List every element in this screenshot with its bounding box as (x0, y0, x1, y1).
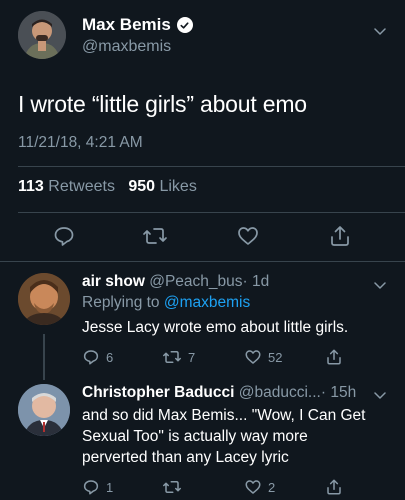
like-icon (245, 480, 261, 494)
reply-author-handle[interactable]: @baducci... (239, 384, 321, 401)
reply-text: and so did Max Bemis... "Wow, I Can Get … (82, 405, 387, 468)
like-icon (238, 227, 258, 245)
share-button[interactable] (328, 224, 352, 248)
reply-header: air show @Peach_bus· 1d (82, 273, 269, 291)
tweet-text: I wrote “little girls” about emo (18, 91, 307, 117)
reply-icon (83, 350, 99, 365)
share-icon (327, 349, 341, 365)
replying-to-handle[interactable]: @maxbemis (164, 294, 250, 311)
reply-text-line: Sexual Too" is actually way more (82, 428, 308, 445)
avatar-christopher-baducci[interactable] (18, 384, 70, 436)
retweet-count: 7 (188, 349, 196, 365)
replying-to-prefix: Replying to (82, 294, 160, 311)
share-icon (327, 479, 341, 495)
replying-to: Replying to @maxbemis (82, 294, 250, 312)
like-count: 52 (268, 349, 283, 365)
reply-text-line: and so did Max Bemis... "Wow, I Can Get (82, 407, 366, 424)
tweet-timestamp[interactable]: 11/21/18, 4:21 AM (18, 134, 143, 152)
tweet-stats: 113 Retweets 950 Likes (18, 178, 197, 196)
likes-count: 950 (128, 178, 156, 195)
retweets-stat[interactable]: 113 Retweets (18, 178, 115, 195)
avatar-air-show[interactable] (18, 273, 70, 325)
divider (18, 166, 405, 167)
reply-icon (54, 227, 74, 246)
retweets-label: Retweets (48, 178, 115, 195)
reply-header: Christopher Baducci @baducci...· 15h (82, 384, 356, 402)
like-button[interactable]: 52 (244, 348, 282, 366)
like-count: 2 (268, 479, 276, 495)
main-tweet: Max Bemis @maxbemis I wrote “little girl… (0, 0, 405, 262)
chevron-down-icon[interactable] (373, 278, 387, 292)
author-name-text[interactable]: Max Bemis (82, 15, 171, 35)
share-button[interactable] (325, 348, 343, 366)
reply-time[interactable]: · 15h (321, 384, 356, 401)
reply-count: 1 (106, 479, 114, 495)
chevron-down-icon[interactable] (373, 388, 387, 402)
retweet-button[interactable] (142, 224, 168, 248)
reply-time[interactable]: · 1d (243, 273, 270, 290)
author-name[interactable]: Max Bemis (82, 15, 193, 35)
chevron-down-icon[interactable] (373, 24, 387, 38)
retweet-button[interactable]: 7 (162, 348, 195, 366)
reply-tweet[interactable]: air show @Peach_bus· 1d Replying to @max… (0, 262, 405, 380)
divider (18, 212, 405, 213)
retweet-button[interactable] (162, 478, 182, 496)
reply-button[interactable] (52, 224, 76, 248)
retweet-icon (163, 481, 181, 493)
reply-count: 6 (106, 349, 114, 365)
like-button[interactable] (236, 224, 260, 248)
reply-author-name[interactable]: air show (82, 273, 145, 290)
retweets-count: 113 (18, 178, 44, 195)
retweet-icon (143, 228, 167, 244)
likes-stat[interactable]: 950 Likes (128, 178, 197, 195)
verified-icon (176, 17, 193, 33)
like-button[interactable]: 2 (244, 478, 275, 496)
like-icon (245, 350, 261, 364)
reply-author-name[interactable]: Christopher Baducci (82, 384, 234, 401)
share-button[interactable] (325, 478, 343, 496)
reply-text-line: perverted than any Lacey lyric (82, 449, 289, 466)
reply-author-handle[interactable]: @Peach_bus (149, 273, 242, 290)
retweet-icon (163, 351, 181, 363)
author-handle[interactable]: @maxbemis (82, 38, 171, 56)
thread-line (43, 334, 45, 380)
reply-tweet[interactable]: Christopher Baducci @baducci...· 15h and… (0, 380, 405, 500)
reply-icon (83, 480, 99, 495)
likes-label: Likes (159, 178, 197, 195)
reply-button[interactable]: 1 (82, 478, 113, 496)
avatar-max-bemis[interactable] (18, 11, 66, 59)
reply-button[interactable]: 6 (82, 348, 113, 366)
share-icon (331, 226, 349, 246)
reply-text: Jesse Lacy wrote emo about little girls. (82, 319, 349, 336)
